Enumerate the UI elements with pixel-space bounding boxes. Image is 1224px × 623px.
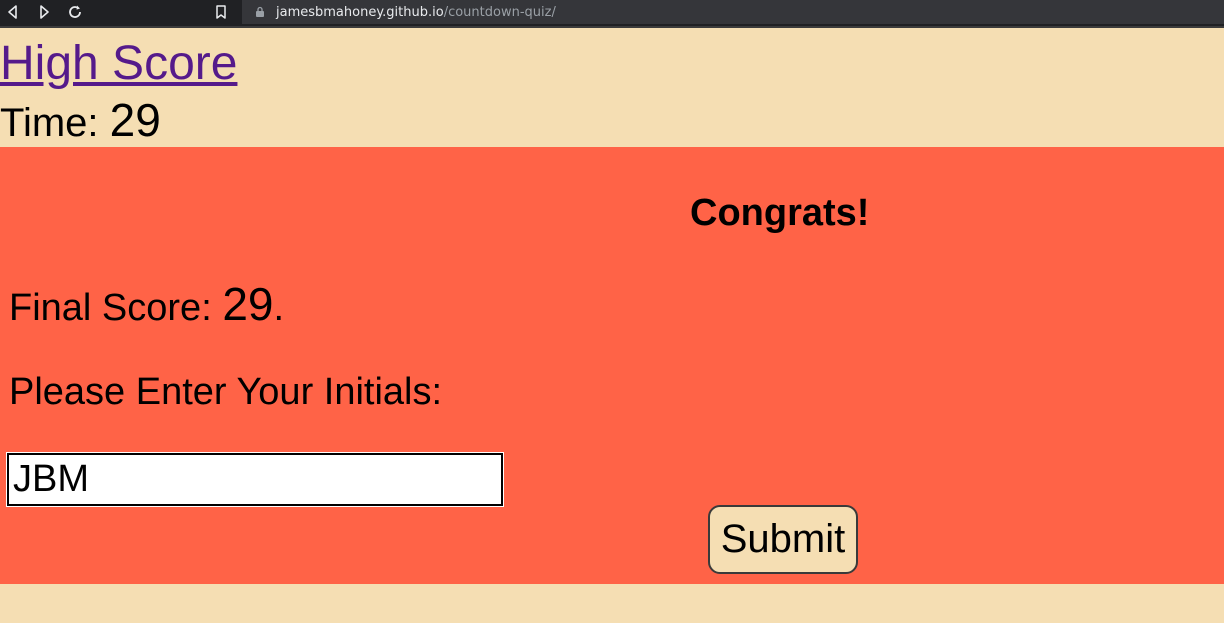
final-score-value: 29 [222,278,274,330]
initials-prompt: Please Enter Your Initials: [9,371,443,413]
timer: Time: 29 [0,96,161,147]
quiz-result-panel: Congrats! Final Score: 29. Please Enter … [0,147,1224,584]
bookmark-icon[interactable] [211,2,231,22]
time-label: Time: [0,101,110,145]
forward-icon[interactable] [34,2,54,22]
lock-icon [254,6,266,18]
congrats-heading: Congrats! [690,192,870,234]
final-score-suffix: . [273,287,285,329]
final-score: Final Score: 29. [9,277,284,335]
url-path: /countdown-quiz/ [443,4,556,20]
high-score-link[interactable]: High Score [0,36,237,92]
reload-icon[interactable] [65,2,85,22]
back-icon[interactable] [3,2,23,22]
final-score-label: Final Score: [9,287,223,329]
initials-input[interactable] [6,452,504,507]
time-value: 29 [109,94,161,146]
submit-button[interactable]: Submit [708,505,858,574]
browser-toolbar: jamesbmahoney.github.io/countdown-quiz/ [0,0,1224,28]
address-bar[interactable]: jamesbmahoney.github.io/countdown-quiz/ [242,0,1224,24]
url-host: jamesbmahoney.github.io [276,4,444,20]
url-text: jamesbmahoney.github.io/countdown-quiz/ [276,5,556,20]
